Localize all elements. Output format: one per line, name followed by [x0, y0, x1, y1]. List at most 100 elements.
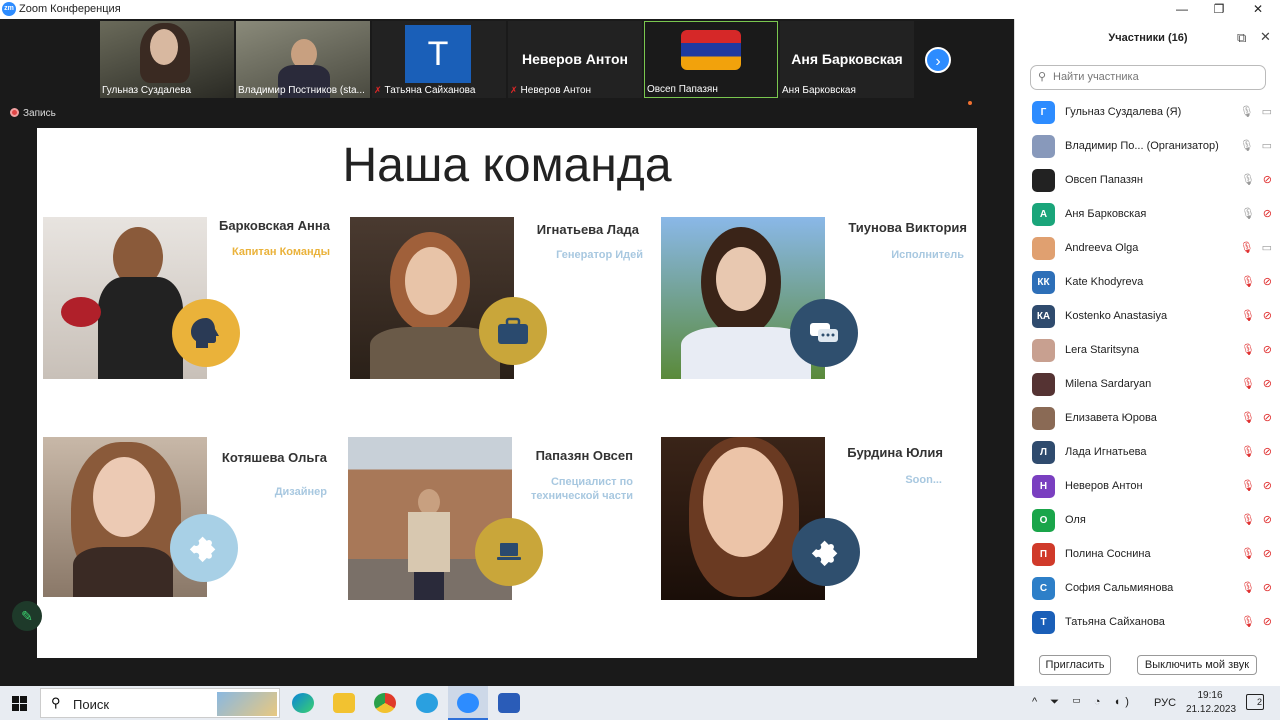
member-name: Папазян Овсеп [535, 448, 633, 463]
close-panel-icon[interactable]: ✕ [1260, 29, 1271, 45]
participant-row[interactable]: Г Гульназ Суздалева (Я) 🎙 ▭ [1032, 95, 1272, 129]
avatar [1032, 169, 1055, 192]
edge-icon[interactable] [292, 693, 314, 713]
video-tile-active[interactable]: Овсеп Папазян [644, 21, 778, 98]
participant-name: Аня Барковская [1065, 208, 1147, 220]
video-tile[interactable]: Владимир Постников (sta... [236, 21, 370, 98]
maximize-button[interactable]: ❐ [1201, 0, 1237, 19]
mic-icon[interactable]: 🎙 [1240, 140, 1254, 152]
camera-off-icon[interactable]: ⊘ [1263, 310, 1272, 322]
notification-icon[interactable]: 2 [1246, 694, 1264, 710]
avatar [1032, 135, 1055, 158]
camera-icon[interactable]: ▭ [1262, 106, 1272, 118]
mic-muted-icon[interactable]: 🎙 [1241, 548, 1255, 560]
participant-name: Kostenko Anastasiya [1065, 310, 1168, 322]
mic-muted-icon[interactable]: 🎙 [1241, 344, 1255, 356]
mic-muted-icon[interactable]: 🎙 [1241, 412, 1255, 424]
camera-off-icon[interactable]: ⊘ [1263, 344, 1272, 356]
search-placeholder: Найти участника [1053, 71, 1139, 83]
camera-off-icon[interactable]: ⊘ [1263, 276, 1272, 288]
camera-icon[interactable]: ▭ [1262, 242, 1272, 254]
participant-row[interactable]: Елизавета Юрова 🎙 ⊘ [1032, 401, 1272, 435]
camera-off-icon[interactable]: ⊘ [1263, 582, 1272, 594]
participant-row[interactable]: Л Лада Игнатьева 🎙 ⊘ [1032, 435, 1272, 469]
avatar: Т [1032, 611, 1055, 634]
flag-icon [681, 30, 741, 70]
participant-row[interactable]: П Полина Соснина 🎙 ⊘ [1032, 537, 1272, 571]
mic-icon[interactable]: 🎙 [1240, 106, 1254, 118]
camera-off-icon[interactable]: ⊘ [1263, 412, 1272, 424]
participant-name: Гульназ Суздалева (Я) [1065, 106, 1182, 118]
mic-muted-icon[interactable]: 🎙 [1241, 480, 1255, 492]
camera-icon[interactable]: ▭ [1262, 140, 1272, 152]
mic-muted-icon[interactable]: 🎙 [1241, 514, 1255, 526]
participant-search-input[interactable]: ⚲ Найти участника [1030, 65, 1266, 90]
mic-muted-icon[interactable]: 🎙 [1241, 446, 1255, 458]
mic-muted-icon[interactable]: 🎙 [1241, 310, 1255, 322]
participant-row[interactable]: Т Татьяна Сайханова 🎙 ⊘ [1032, 605, 1272, 639]
language-indicator[interactable]: РУС [1154, 697, 1176, 709]
video-tile[interactable]: Неверов Антон ✗ Неверов Антон [508, 21, 642, 98]
participant-row[interactable]: КА Kostenko Anastasiya 🎙 ⊘ [1032, 299, 1272, 333]
close-button[interactable]: ✕ [1240, 0, 1276, 19]
camera-off-icon[interactable]: ⊘ [1263, 446, 1272, 458]
file-explorer-icon[interactable] [333, 693, 355, 713]
participant-row[interactable]: Lera Staritsyna 🎙 ⊘ [1032, 333, 1272, 367]
camera-off-icon[interactable]: ⊘ [1263, 174, 1272, 186]
zoom-taskbar-active[interactable] [448, 686, 488, 720]
participant-status-icons: 🎙 ▭ [1240, 139, 1272, 152]
camera-off-icon[interactable]: ⊘ [1263, 514, 1272, 526]
invite-button[interactable]: Пригласить [1039, 655, 1111, 675]
participant-row[interactable]: А Аня Барковская 🎙 ⊘ [1032, 197, 1272, 231]
mic-muted-icon[interactable]: 🎙 [1241, 276, 1255, 288]
windows-start-icon[interactable] [12, 696, 27, 711]
tile-name: Владимир Постников (sta... [238, 85, 365, 96]
avatar: А [1032, 203, 1055, 226]
minimize-button[interactable]: — [1164, 0, 1200, 19]
participant-status-icons: 🎙 ⊘ [1241, 343, 1272, 356]
participant-row[interactable]: Andreeva Olga 🎙 ▭ [1032, 231, 1272, 265]
mic-icon[interactable]: 🎙 [1241, 208, 1255, 220]
mic-muted-icon[interactable]: 🎙 [1241, 582, 1255, 594]
telegram-icon[interactable] [416, 693, 438, 713]
participant-row[interactable]: КК Kate Khodyreva 🎙 ⊘ [1032, 265, 1272, 299]
popout-icon[interactable]: ⧉ [1237, 30, 1246, 46]
chrome-icon[interactable] [374, 693, 396, 713]
participant-status-icons: 🎙 ⊘ [1241, 309, 1272, 322]
mic-muted-icon[interactable]: 🎙 [1240, 242, 1254, 254]
video-tile[interactable]: Гульназ Суздалева [100, 21, 234, 98]
video-tile[interactable]: Аня Барковская Аня Барковская [780, 21, 914, 98]
camera-off-icon[interactable]: ⊘ [1263, 616, 1272, 628]
mute-me-button[interactable]: Выключить мой звук [1137, 655, 1257, 675]
mic-icon[interactable]: 🎙 [1241, 174, 1255, 186]
member-name: Тиунова Виктория [848, 220, 967, 235]
camera-off-icon[interactable]: ⊘ [1263, 208, 1272, 220]
participant-row[interactable]: О Оля 🎙 ⊘ [1032, 503, 1272, 537]
mic-muted-icon[interactable]: 🎙 [1241, 378, 1255, 390]
pen-icon[interactable]: ✎ [12, 601, 42, 631]
tile-big-name: Неверов Антон [522, 51, 628, 67]
clock[interactable]: 19:16 21.12.2023 [1186, 689, 1236, 717]
participant-row[interactable]: Milena Sardaryan 🎙 ⊘ [1032, 367, 1272, 401]
camera-off-icon[interactable]: ⊘ [1263, 378, 1272, 390]
camera-off-icon[interactable]: ⊘ [1263, 480, 1272, 492]
participant-status-icons: 🎙 ▭ [1240, 105, 1272, 118]
participant-row[interactable]: Владимир По... (Организатор) 🎙 ▭ [1032, 129, 1272, 163]
participant-row[interactable]: Н Неверов Антон 🎙 ⊘ [1032, 469, 1272, 503]
tray-icons[interactable]: ^ ⏷ ▭ ◔ ◖) [1032, 696, 1134, 709]
avatar [1032, 407, 1055, 430]
next-page-arrow-icon[interactable]: › [925, 47, 951, 73]
participant-status-icons: 🎙 ⊘ [1241, 377, 1272, 390]
avatar: КК [1032, 271, 1055, 294]
video-tile[interactable]: T ✗ Татьяна Сайханова [372, 21, 506, 98]
participant-row[interactable]: С София Сальмиянова 🎙 ⊘ [1032, 571, 1272, 605]
search-highlight-image [217, 692, 277, 716]
participant-row[interactable]: Овсеп Папазян 🎙 ⊘ [1032, 163, 1272, 197]
puzzle-icon [170, 514, 238, 582]
camera-off-icon[interactable]: ⊘ [1263, 548, 1272, 560]
tile-name: Татьяна Сайханова [384, 85, 476, 96]
taskbar-search-box[interactable]: ⚲ Поиск [40, 688, 280, 718]
word-icon[interactable] [498, 693, 520, 713]
mic-muted-icon[interactable]: 🎙 [1241, 616, 1255, 628]
member-photo [661, 437, 825, 600]
